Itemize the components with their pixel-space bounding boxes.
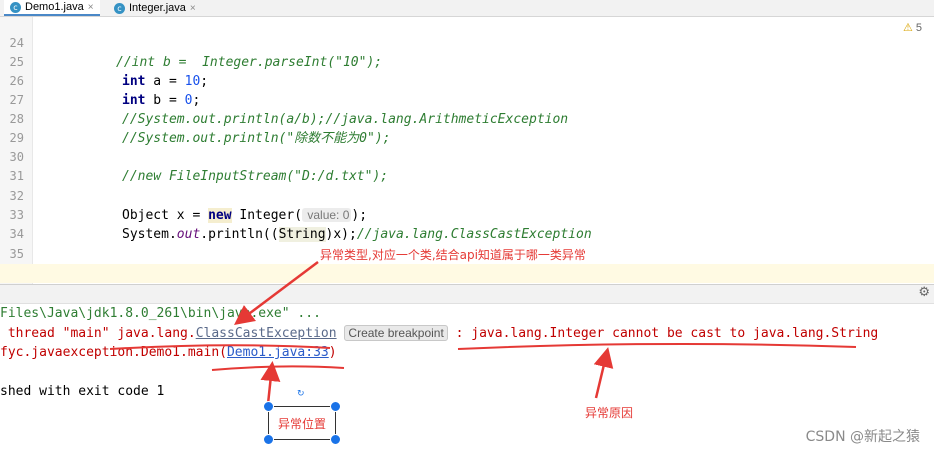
code-line: 25 int a = 10; bbox=[0, 34, 934, 89]
code-line: 31 bbox=[0, 148, 934, 183]
console-exit-line: shed with exit code 1 bbox=[0, 384, 165, 399]
annotation-exception-type: 异常类型,对应一个类,结合api知道属于哪一类异常 bbox=[320, 248, 586, 262]
rotate-handle-icon[interactable]: ↻ bbox=[297, 389, 305, 399]
create-breakpoint-button[interactable]: Create breakpoint bbox=[344, 325, 448, 341]
run-console-output[interactable]: Files\Java\jdk1.8.0_261\bin\java.exe" ..… bbox=[0, 303, 934, 454]
code-line: 27 //System.out.println(a/b);//java.lang… bbox=[0, 72, 934, 127]
run-console-toolbar: ⚙ bbox=[0, 284, 934, 304]
console-stacktrace-line: fyc.javaexception.Demo1.main(Demo1.java:… bbox=[0, 345, 337, 360]
code-line: 34 bbox=[0, 206, 934, 241]
console-command-line: Files\Java\jdk1.8.0_261\bin\java.exe" ..… bbox=[0, 306, 321, 321]
tab-demo1[interactable]: c Demo1.java × bbox=[4, 0, 100, 16]
code-line: 30 //new FileInputStream("D:/d.txt"); bbox=[0, 129, 934, 184]
gear-icon[interactable]: ⚙ bbox=[918, 285, 930, 300]
watermark: CSDN @新起之猿 bbox=[805, 429, 920, 445]
resize-handle-icon[interactable] bbox=[263, 401, 274, 412]
exception-class-link[interactable]: ClassCastException bbox=[196, 326, 337, 341]
resize-handle-icon[interactable] bbox=[330, 434, 341, 445]
code-editor[interactable]: ⚠ 5 24 //int b = Integer.parseInt("10");… bbox=[0, 15, 934, 300]
console-exception-line: thread "main" java.lang.ClassCastExcepti… bbox=[0, 325, 879, 341]
code-line-current: 37 bbox=[0, 264, 934, 299]
annotation-exception-location[interactable]: 异常位置 bbox=[268, 406, 336, 440]
resize-handle-icon[interactable] bbox=[263, 434, 274, 445]
code-line: 28 //System.out.println("除数不能为0"); bbox=[0, 91, 934, 146]
code-line: 24 //int b = Integer.parseInt("10"); bbox=[0, 15, 934, 70]
resize-handle-icon[interactable] bbox=[330, 401, 341, 412]
tab-label: Integer.java bbox=[129, 2, 186, 14]
close-icon[interactable]: × bbox=[190, 3, 196, 14]
source-location-link[interactable]: Demo1.java:33 bbox=[227, 345, 329, 360]
annotation-label: 异常位置 bbox=[277, 416, 326, 431]
code-line: 35 } bbox=[0, 226, 934, 281]
class-icon: c bbox=[114, 2, 125, 14]
code-line: 29 bbox=[0, 110, 934, 145]
tab-label: Demo1.java bbox=[25, 1, 84, 13]
tab-integer[interactable]: c Integer.java × bbox=[108, 0, 202, 16]
code-line: 32 Object x = new Integer( value: 0); bbox=[0, 168, 934, 223]
annotation-exception-cause: 异常原因 bbox=[585, 406, 634, 420]
class-icon: c bbox=[10, 1, 21, 13]
code-line: 33 System.out.println((String)x);//java.… bbox=[0, 187, 934, 242]
code-line: 26 int b = 0; bbox=[0, 53, 934, 108]
close-icon[interactable]: × bbox=[88, 2, 94, 13]
